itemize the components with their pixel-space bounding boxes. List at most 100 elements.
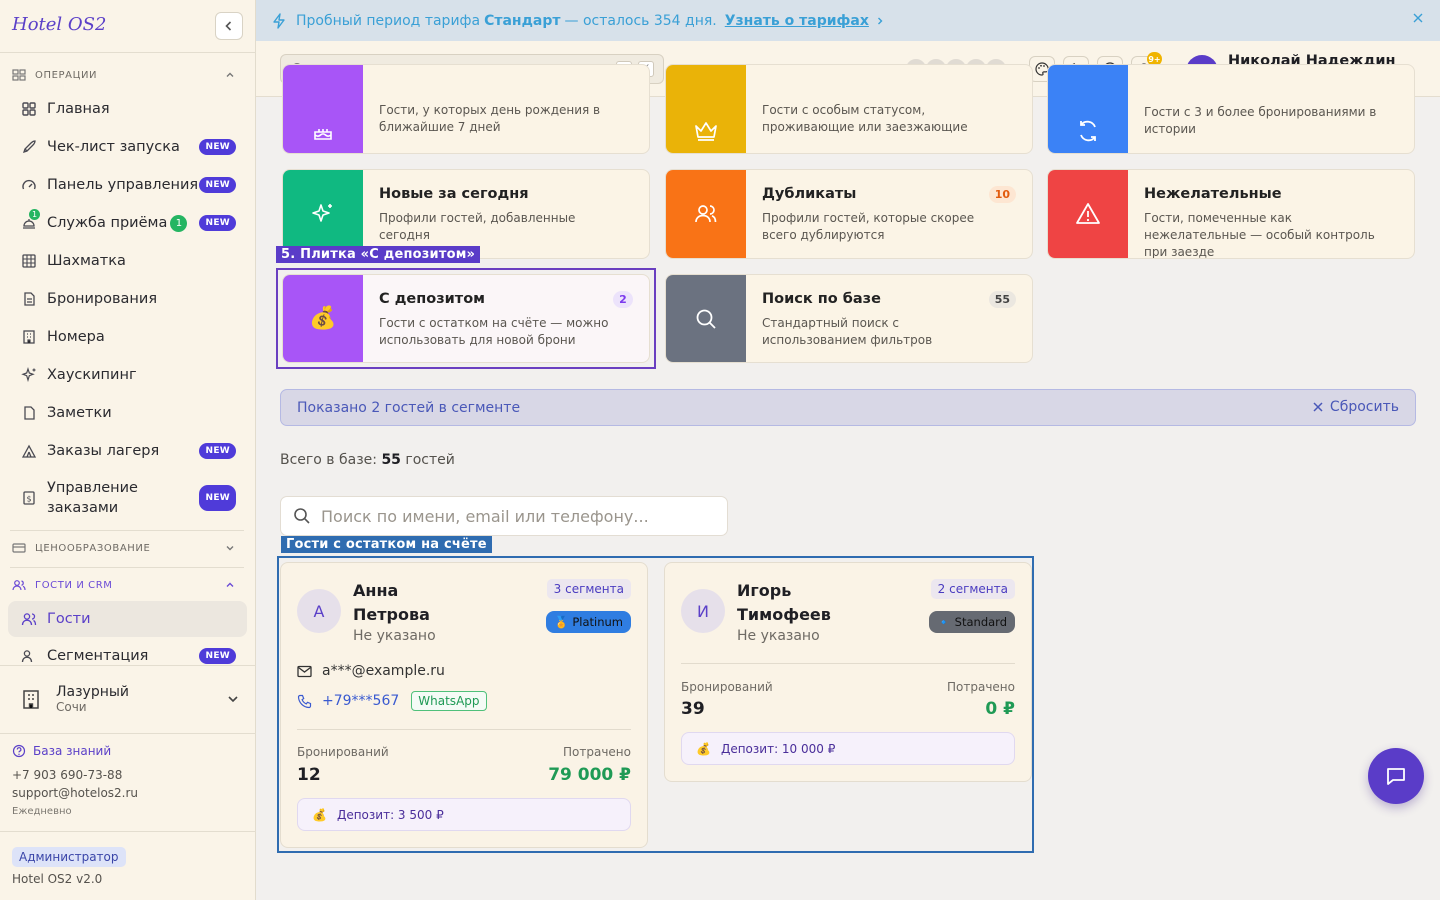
guest-phone[interactable]: +79***567 WhatsApp [297, 691, 487, 711]
whatsapp-badge[interactable]: WhatsApp [411, 691, 487, 711]
guest-card[interactable]: А Анна Петрова Не указано 3 сегмента 🏅 P… [280, 562, 648, 848]
tier-label: Standard [954, 615, 1007, 629]
sidebar-item-label: Служба приёма [47, 215, 168, 231]
sidebar: Hotel OS2 ОПЕРАЦИИ Главная Чек-лист запу… [0, 0, 256, 900]
money-bag-icon: 💰 [312, 807, 327, 822]
trial-banner: Пробный период тарифа Стандарт — осталос… [256, 0, 1440, 41]
chevron-up-icon [226, 582, 234, 587]
collapse-sidebar-button[interactable] [215, 12, 243, 40]
sidebar-item-front-desk[interactable]: 1 Служба приёма 1 NEW [20, 208, 236, 238]
tier-badge: 🔹 Standard [928, 611, 1015, 633]
tile-blacklist[interactable]: Нежелательные Гости, помеченные как неже… [1047, 169, 1415, 259]
tile-count: 10 [988, 186, 1016, 203]
tile-description: Профили гостей, добавленные сегодня [379, 211, 576, 242]
new-badge: NEW [199, 215, 236, 231]
annotation-label: 5. Плитка «С депозитом» [276, 246, 481, 263]
sidebar-item-launch-checklist[interactable]: Чек-лист запуска NEW [20, 132, 236, 162]
new-badge: NEW [199, 485, 236, 511]
tile-title: Поиск по базе [762, 291, 881, 307]
sidebar-item-label: Сегментация [47, 648, 149, 664]
sidebar-item-label: Главная [47, 101, 110, 117]
close-banner-icon[interactable] [1412, 12, 1424, 24]
lightning-icon [273, 12, 285, 29]
tile-vip[interactable]: Гости с особым статусом, проживающие или… [665, 64, 1033, 154]
tile-duplicates[interactable]: Дубликаты 10 Профили гостей, которые ско… [665, 169, 1033, 259]
sidebar-item-camp-orders[interactable]: Заказы лагеря NEW [20, 436, 236, 466]
users-icon [20, 610, 38, 628]
chevron-down-icon [226, 546, 234, 551]
annotation-label: Гости с остатком на счёте [281, 536, 492, 553]
table-icon [20, 252, 38, 270]
section-label: ОПЕРАЦИИ [35, 69, 98, 81]
new-badge: NEW [199, 177, 236, 193]
bookings-count: 39 [681, 699, 705, 719]
spent-amount: 79 000 ₽ [548, 765, 631, 785]
section-pricing[interactable]: ЦЕНООБРАЗОВАНИЕ [12, 542, 244, 554]
bell-concierge-icon: 1 [20, 209, 40, 232]
sidebar-item-label: Гости [47, 611, 91, 627]
role-badge: Администратор [12, 847, 126, 867]
guest-search[interactable] [280, 496, 728, 536]
sidebar-item-label: Панель управления [47, 177, 199, 193]
guest-name[interactable]: Игорь Тимофеев [737, 579, 857, 627]
section-guests-crm[interactable]: ГОСТИ И CRM [12, 579, 244, 591]
sidebar-item-guests[interactable]: Гости [8, 601, 247, 637]
tile-description: Стандартный поиск с использованием фильт… [762, 316, 933, 347]
sidebar-item-dashboard[interactable]: Панель управления NEW [20, 170, 236, 200]
tile-description: Профили гостей, которые скорее всего дуб… [762, 211, 975, 242]
sidebar-item-rooms[interactable]: Номера [20, 322, 236, 352]
sidebar-item-home[interactable]: Главная [20, 94, 236, 124]
chat-button[interactable] [1368, 748, 1424, 804]
section-label: ЦЕНООБРАЗОВАНИЕ [35, 542, 151, 554]
new-badge: NEW [199, 443, 236, 459]
divider [0, 831, 256, 832]
document-icon [20, 290, 38, 308]
note-icon [20, 404, 38, 422]
tile-description: Гости, у которых день рождения в ближайш… [379, 103, 601, 134]
deposit-text: Депозит: 10 000 ₽ [720, 741, 836, 756]
building-icon [23, 690, 39, 709]
new-badge: NEW [199, 139, 236, 155]
tile-title: Дубликаты [762, 186, 857, 202]
support-schedule: Ежедневно [12, 806, 72, 817]
guest-search-input[interactable] [321, 506, 701, 526]
count-dot: 1 [29, 209, 40, 220]
sidebar-item-order-management[interactable]: $ Управление заказами NEW [20, 476, 236, 520]
sidebar-item-label: Заказы лагеря [47, 443, 160, 459]
crown-icon [666, 65, 746, 153]
guest-subtitle: Не указано [353, 628, 436, 644]
section-operations[interactable]: ОПЕРАЦИИ [12, 69, 244, 81]
bookings-label: Бронирований [297, 745, 389, 759]
grid-icon [12, 69, 26, 81]
users-icon [666, 170, 746, 258]
reset-filter-button[interactable]: Сбросить [1312, 399, 1399, 415]
total-count: 55 [381, 452, 401, 468]
rocket-icon [20, 138, 38, 156]
divider [0, 52, 256, 53]
money-bag-icon: 💰 [696, 741, 711, 756]
knowledge-base-link[interactable]: База знаний [12, 744, 111, 758]
guest-email[interactable]: a***@example.ru [297, 663, 445, 679]
sidebar-item-housekeeping[interactable]: Хаускипинг [20, 360, 236, 390]
support-phone[interactable]: +7 903 690-73-88 [12, 768, 122, 782]
hotel-switcher[interactable]: Лазурный Сочи [20, 680, 240, 718]
guest-name[interactable]: Анна Петрова [353, 579, 473, 627]
guest-card[interactable]: И Игорь Тимофеев Не указано 2 сегмента 🔹… [664, 562, 1032, 782]
support-email[interactable]: support@hotelos2.ru [12, 786, 138, 800]
knowledge-base-label: База знаний [33, 744, 112, 758]
guest-avatar: И [681, 589, 725, 633]
pricing-link[interactable]: Узнать о тарифах [725, 13, 869, 29]
sidebar-item-chessboard[interactable]: Шахматка [20, 246, 236, 276]
grid-icon [20, 100, 38, 118]
reset-label: Сбросить [1329, 399, 1399, 415]
bookings-label: Бронирований [681, 680, 773, 694]
sidebar-item-notes[interactable]: Заметки [20, 398, 236, 428]
tile-count: 55 [988, 291, 1016, 308]
segments-badge: 2 сегмента [930, 579, 1015, 599]
tile-birthdays[interactable]: Гости, у которых день рождения в ближайш… [282, 64, 650, 154]
tile-database-search[interactable]: Поиск по базе 55 Стандартный поиск с исп… [665, 274, 1033, 363]
building-icon [20, 328, 38, 346]
tile-regulars[interactable]: Гости с 3 и более бронированиями в истор… [1047, 64, 1415, 154]
svg-text:$: $ [26, 495, 31, 504]
sidebar-item-bookings[interactable]: Бронирования [20, 284, 236, 314]
